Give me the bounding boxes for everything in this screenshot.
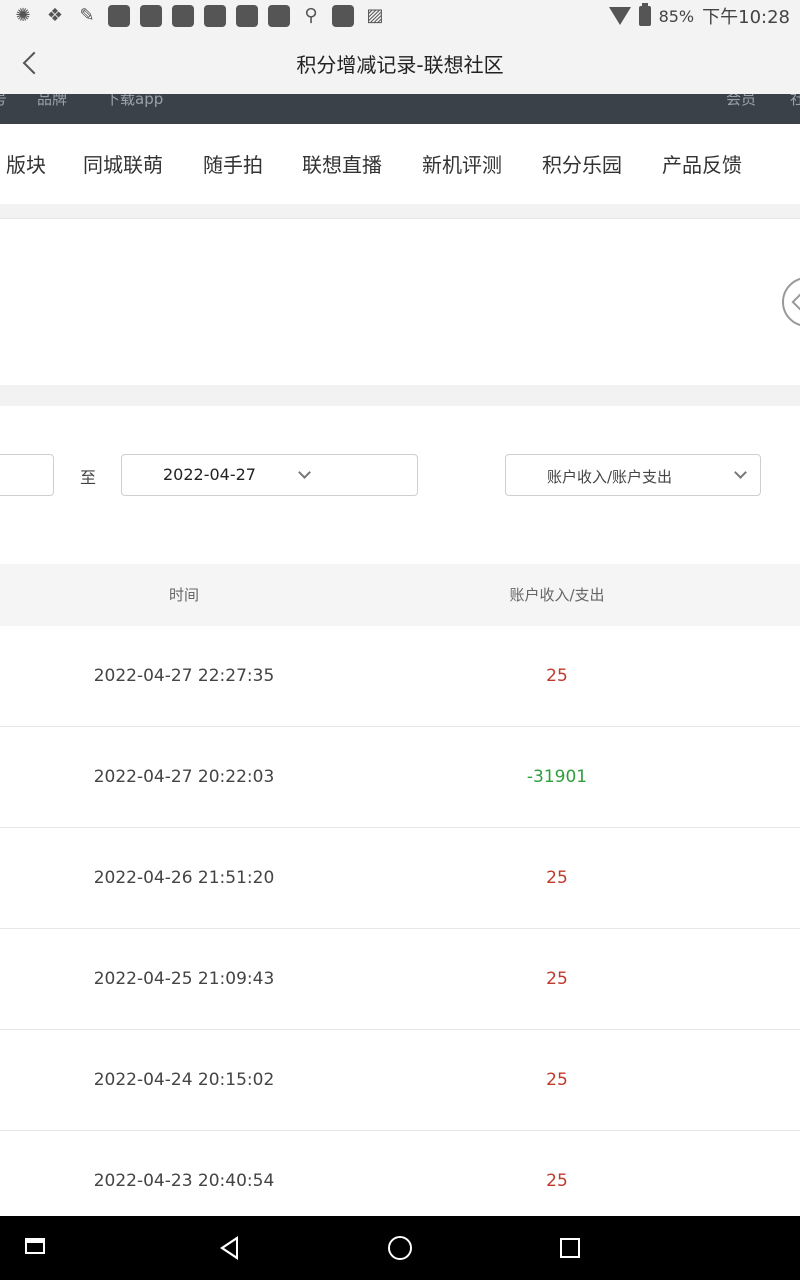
home-float-button[interactable] — [782, 277, 800, 327]
image-icon: ▨ — [366, 5, 384, 26]
table-row: 2022-04-27 22:27:35 25 — [0, 626, 800, 727]
header-link-brand[interactable]: 品牌 — [37, 94, 67, 109]
app-notification-icon — [236, 5, 258, 27]
system-status: 85% 下午10:28 — [608, 0, 790, 32]
status-bar: ✺ ❖ ✎ ⚲ ▨ 85% 下午10:28 — [0, 0, 800, 32]
chevron-left-icon — [22, 51, 46, 75]
nav-item-reviews[interactable]: 新机评测 — [422, 149, 502, 178]
back-triangle-icon[interactable] — [220, 1236, 238, 1260]
site-header-strip: 号 品牌 下载app 会员 社 — [0, 94, 800, 124]
date-range-separator: 至 — [80, 468, 97, 487]
record-time: 2022-04-24 20:15:02 — [93, 1070, 275, 1090]
table-row: 2022-04-26 21:51:20 25 — [0, 828, 800, 929]
record-amount: 25 — [546, 969, 568, 989]
notification-icons: ✺ ❖ ✎ ⚲ ▨ — [0, 5, 386, 27]
section-divider — [0, 204, 800, 218]
clock: 下午10:28 — [702, 7, 790, 28]
search-app-icon: ⚲ — [304, 5, 318, 26]
nav-item-feedback[interactable]: 产品反馈 — [662, 149, 742, 178]
window-icon[interactable] — [25, 1238, 45, 1254]
records-table: 2022-04-27 22:27:35 25 2022-04-27 20:22:… — [0, 626, 800, 1232]
chevron-down-icon — [298, 466, 311, 479]
app-notification-icon — [108, 5, 130, 27]
record-type-value: 账户收入/账户支出 — [547, 468, 673, 486]
wifi-icon — [608, 7, 631, 25]
system-nav-bar — [0, 1216, 800, 1280]
aperture-icon: ✺ — [15, 5, 31, 26]
table-row: 2022-04-27 20:22:03 -31901 — [0, 727, 800, 828]
title-bar: 积分增减记录-联想社区 — [0, 32, 800, 94]
nav-item-sections[interactable]: 版块 — [6, 149, 46, 178]
forum-nav: 版块 同城联萌 随手拍 联想直播 新机评测 积分乐园 产品反馈 — [0, 124, 800, 204]
chevron-down-icon — [734, 466, 747, 479]
record-amount: 25 — [546, 1171, 568, 1191]
home-icon — [791, 286, 800, 318]
home-circle-icon[interactable] — [388, 1236, 412, 1260]
nav-item-points-park[interactable]: 积分乐园 — [542, 149, 622, 178]
header-link-download-app[interactable]: 下载app — [105, 94, 163, 109]
record-time: 2022-04-25 21:09:43 — [93, 969, 275, 989]
column-header-amount: 账户收入/支出 — [509, 586, 605, 604]
record-time: 2022-04-27 22:27:35 — [93, 666, 275, 686]
header-link[interactable]: 号 — [0, 94, 7, 109]
end-date-select[interactable]: 2022-04-27 — [121, 454, 418, 496]
app-notification-icon — [332, 5, 354, 27]
header-link-member[interactable]: 会员 — [726, 94, 756, 109]
app-notification-icon — [204, 5, 226, 27]
shield-app-icon: ❖ — [46, 5, 64, 26]
table-header: 时间 账户收入/支出 — [0, 564, 800, 626]
recent-apps-icon[interactable] — [560, 1238, 580, 1258]
start-date-field[interactable] — [0, 454, 54, 496]
header-link[interactable]: 社 — [790, 94, 800, 109]
nav-item-local-meetups[interactable]: 同城联萌 — [83, 149, 163, 178]
column-header-time: 时间 — [168, 586, 200, 604]
filter-bar: 至 2022-04-27 账户收入/账户支出 — [0, 406, 800, 564]
record-type-select[interactable]: 账户收入/账户支出 — [505, 454, 761, 496]
record-time: 2022-04-23 20:40:54 — [93, 1171, 275, 1191]
record-time: 2022-04-27 20:22:03 — [93, 767, 275, 787]
record-amount: -31901 — [526, 767, 588, 787]
back-button[interactable] — [14, 46, 48, 80]
record-amount: 25 — [546, 1070, 568, 1090]
record-amount: 25 — [546, 868, 568, 888]
app-notification-icon — [140, 5, 162, 27]
nav-item-snapshots[interactable]: 随手拍 — [203, 149, 263, 178]
app-notification-icon — [172, 5, 194, 27]
section-divider — [0, 385, 800, 406]
page-title: 积分增减记录-联想社区 — [296, 52, 504, 77]
record-amount: 25 — [546, 666, 568, 686]
record-time: 2022-04-26 21:51:20 — [93, 868, 275, 888]
battery-level: 85% — [658, 6, 695, 26]
battery-icon — [638, 3, 651, 26]
end-date-value: 2022-04-27 — [163, 465, 256, 484]
wrench-icon: ✎ — [79, 5, 95, 26]
app-notification-icon — [268, 5, 290, 27]
table-row: 2022-04-25 21:09:43 25 — [0, 929, 800, 1030]
banner-area — [0, 218, 800, 386]
table-row: 2022-04-24 20:15:02 25 — [0, 1030, 800, 1131]
nav-item-live[interactable]: 联想直播 — [302, 149, 382, 178]
